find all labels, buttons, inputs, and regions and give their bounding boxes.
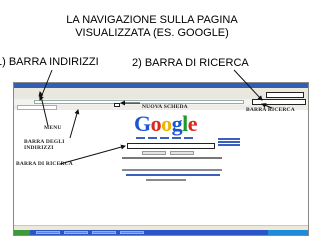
taskbar-item[interactable] [64,231,88,234]
annotation-search-field: BARRA DI RICERCA [16,161,73,167]
google-info-line [122,169,222,171]
google-options-links[interactable] [218,138,242,146]
tab-google[interactable] [17,105,57,110]
windows-taskbar [14,230,308,235]
google-region-options[interactable] [122,157,222,159]
annotation-search-bar: BARRA RICERCA [246,107,295,113]
google-footer-links[interactable] [126,174,220,176]
google-logo: Google [134,111,198,136]
new-tab-button[interactable] [114,103,120,107]
annotation-address-bar-2: INDIRIZZI [24,145,54,151]
google-copyright [146,179,186,181]
annotation-menu: MENU [44,125,62,131]
browser-screenshot: NUOVA SCHEDA BARRA RICERCA MENU BARRA DE… [13,82,309,236]
toolbar-search-box[interactable] [266,92,304,98]
page-title-line1: LA NAVIGAZIONE SULLA PAGINA [66,14,238,26]
taskbar-item[interactable] [120,231,144,234]
google-search-button[interactable] [142,151,166,155]
google-nav-links[interactable] [136,137,206,140]
google-search-input[interactable] [127,143,215,149]
system-tray [268,230,308,235]
google-search-buttons [142,151,194,155]
address-input[interactable] [34,100,244,104]
label-address-bar: 1) BARRA INDIRIZZI [0,56,99,68]
annotation-new-tab: NUOVA SCHEDA [142,104,188,110]
google-lucky-button[interactable] [170,151,194,155]
start-button[interactable] [14,230,30,235]
page-title-line2: VISUALIZZATA (ES. GOOGLE) [75,27,229,39]
taskbar-item[interactable] [92,231,116,234]
taskbar-item[interactable] [36,231,60,234]
label-search-bar: 2) BARRA DI RICERCA [132,57,249,69]
